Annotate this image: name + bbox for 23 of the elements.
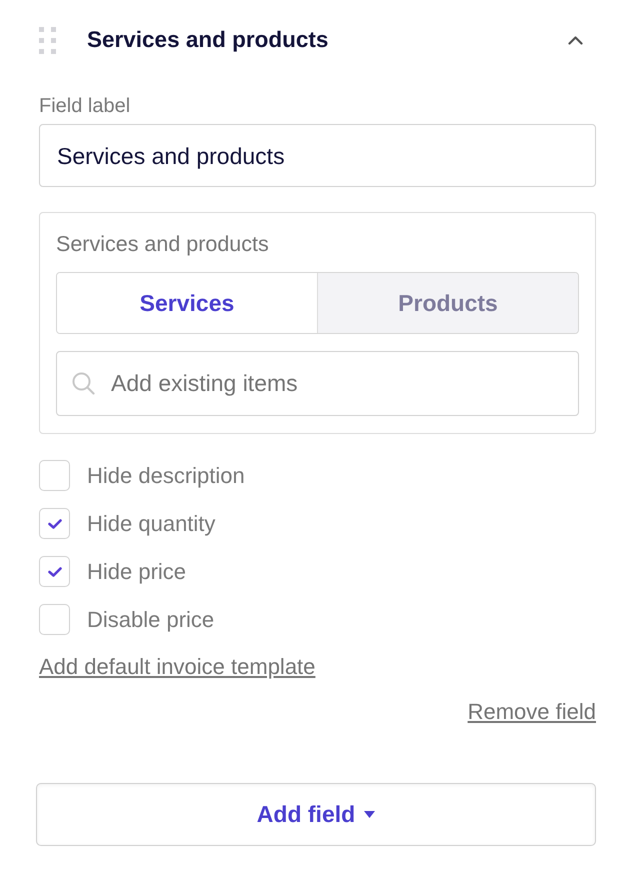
section-title: Services and products — [87, 26, 328, 54]
template-link[interactable]: Add default invoice template — [39, 654, 316, 680]
checkbox-label: Hide quantity — [87, 510, 216, 536]
tab[interactable]: Products — [317, 273, 578, 333]
text-input[interactable]: Services and products — [39, 124, 596, 187]
caret-down-icon — [364, 811, 376, 818]
chevron-up-icon[interactable] — [568, 36, 583, 44]
checkmark-icon — [48, 518, 62, 528]
checkbox[interactable] — [39, 460, 70, 491]
search-icon — [72, 372, 95, 395]
checkbox[interactable] — [39, 556, 70, 587]
drag-handle-icon[interactable] — [39, 26, 56, 54]
remove-field-link[interactable]: Remove field — [468, 699, 596, 725]
checkbox-label: Hide price — [87, 558, 186, 584]
field-label: Field label — [39, 94, 130, 118]
checkbox[interactable] — [39, 508, 70, 539]
checkbox[interactable] — [39, 604, 70, 635]
checkbox-label: Disable price — [87, 606, 214, 632]
card-label: Services and products — [56, 232, 269, 256]
checkmark-icon — [48, 566, 62, 576]
checkbox-label: Hide description — [87, 462, 245, 488]
search-field[interactable]: Add existing items — [56, 351, 579, 416]
add-field-button[interactable]: Add field — [36, 783, 596, 846]
